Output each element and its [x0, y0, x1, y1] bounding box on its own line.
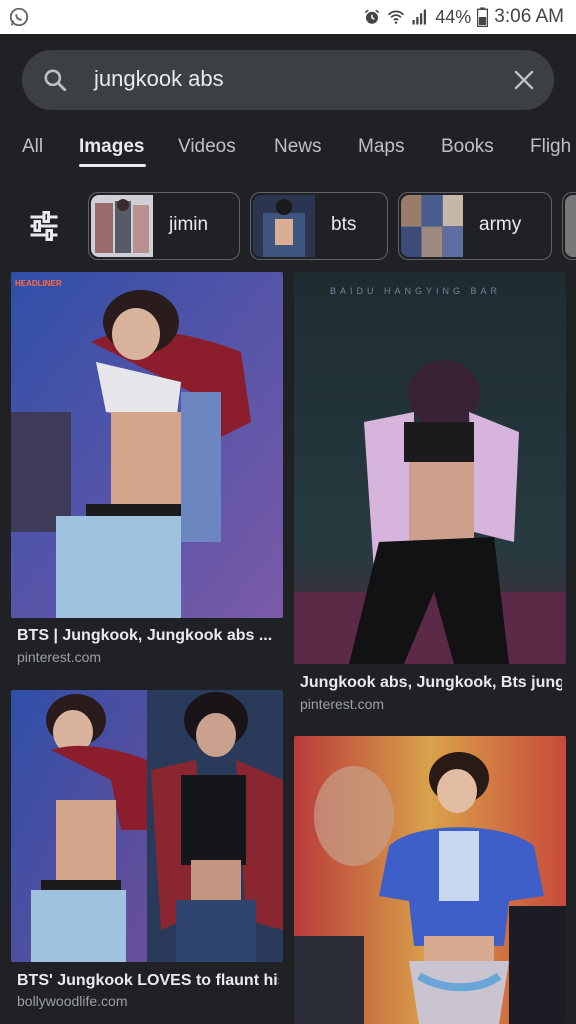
search-bar[interactable]: jungkook abs — [22, 50, 554, 110]
wifi-icon — [388, 10, 405, 24]
chip-thumbnail — [91, 195, 153, 257]
chip-thumbnail — [253, 195, 315, 257]
tab-books[interactable]: Books — [441, 136, 494, 158]
battery-icon — [477, 7, 489, 27]
tab-maps[interactable]: Maps — [358, 136, 404, 158]
image-result[interactable]: BAIDU HANGYING BAR Jungkook abs, Jungkoo… — [294, 272, 566, 718]
image-watermark: BAIDU HANGYING BAR — [330, 286, 502, 296]
tab-videos[interactable]: Videos — [178, 136, 236, 158]
result-source[interactable]: pinterest.com — [300, 696, 384, 712]
result-image[interactable] — [11, 690, 283, 962]
result-title[interactable]: Jungkook abs, Jungkook, Bts jung... — [300, 674, 562, 692]
active-tab-indicator — [79, 164, 146, 167]
result-source[interactable]: pinterest.com — [17, 649, 101, 665]
tab-flights[interactable]: Fligh — [530, 136, 571, 158]
chip-bts[interactable]: bts — [250, 192, 388, 260]
battery-percent: 44% — [435, 6, 472, 27]
whatsapp-icon — [9, 7, 29, 27]
image-result[interactable] — [294, 736, 566, 1024]
close-icon[interactable] — [512, 68, 536, 92]
status-bar: 44% 3:06 AM — [0, 0, 576, 34]
chip-thumbnail — [565, 195, 576, 257]
tune-icon[interactable] — [26, 208, 62, 244]
tab-images[interactable]: Images — [79, 136, 144, 158]
related-chips: jimin bts army — [0, 192, 576, 260]
tab-news[interactable]: News — [274, 136, 322, 158]
result-source[interactable]: bollywoodlife.com — [17, 993, 128, 1009]
result-image[interactable]: HEADLINER — [11, 272, 283, 618]
result-title[interactable]: BTS' Jungkook LOVES to flaunt his... — [17, 972, 279, 990]
result-image[interactable] — [294, 272, 566, 664]
svg-text:HEADLINER: HEADLINER — [15, 279, 62, 288]
chip-partial[interactable] — [562, 192, 576, 260]
chip-army[interactable]: army — [398, 192, 552, 260]
chip-thumbnail — [401, 195, 463, 257]
chip-label: jimin — [169, 214, 209, 235]
clock: 3:06 AM — [494, 6, 564, 27]
search-query[interactable]: jungkook abs — [94, 66, 224, 92]
alarm-icon — [365, 9, 380, 24]
image-result[interactable]: HEADLINER BTS | Jungkook, Jungkook abs .… — [11, 272, 283, 672]
search-tabs: All Images Videos News Maps Books Fligh — [0, 126, 576, 172]
signal-icon — [412, 9, 427, 25]
tab-all[interactable]: All — [22, 136, 43, 158]
chip-jimin[interactable]: jimin — [88, 192, 240, 260]
chip-label: bts — [331, 214, 357, 235]
chip-label: army — [479, 214, 522, 235]
image-result[interactable]: BTS' Jungkook LOVES to flaunt his... bol… — [11, 690, 283, 1014]
search-icon[interactable] — [42, 67, 68, 93]
result-image[interactable] — [294, 736, 566, 1024]
result-title[interactable]: BTS | Jungkook, Jungkook abs ... — [17, 627, 279, 645]
